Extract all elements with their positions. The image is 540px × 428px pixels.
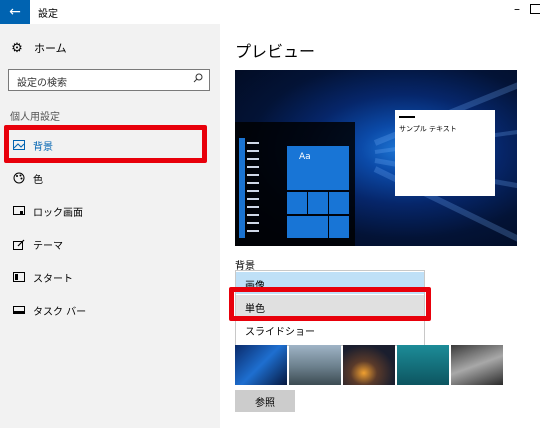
- desktop-preview: Aa サンプル テキスト: [235, 70, 517, 246]
- search-icon[interactable]: [193, 73, 203, 83]
- palette-icon: [12, 171, 26, 185]
- gear-icon: ⚙: [11, 40, 23, 56]
- start-tiles: Aa: [287, 146, 349, 240]
- browse-button[interactable]: 参照: [235, 390, 295, 412]
- page-title: プレビュー: [235, 42, 316, 61]
- lock-screen-icon: [12, 204, 26, 218]
- back-button[interactable]: ←: [0, 0, 30, 24]
- start-icon: [12, 270, 26, 284]
- thumbnail-night-sky[interactable]: [343, 345, 395, 385]
- sample-text: サンプル テキスト: [399, 125, 457, 133]
- section-label: 個人用設定: [10, 112, 60, 123]
- sample-window: サンプル テキスト: [395, 110, 495, 196]
- sidebar: ⚙ ホーム 設定の検索 個人用設定 背景 色 ロック画面 テーマ スタート タス…: [0, 24, 220, 428]
- sidebar-item-label: タスク バー: [33, 306, 87, 318]
- sidebar-item-label: ロック画面: [33, 207, 83, 219]
- dropdown-option-slideshow[interactable]: スライドショー: [236, 318, 424, 340]
- sidebar-item-lock-screen[interactable]: ロック画面: [0, 197, 220, 225]
- sidebar-item-theme[interactable]: テーマ: [0, 230, 220, 258]
- thumbnail-underwater[interactable]: [397, 345, 449, 385]
- highlight-box-solid-color: [229, 287, 431, 321]
- title-bar: ← 設定 –: [0, 0, 540, 24]
- main-panel: プレビュー Aa サンプル テキスト 背景 画像 単色 スライドショー 参照: [220, 24, 540, 428]
- home-label: ホーム: [34, 42, 67, 55]
- taskbar-icon: [12, 303, 26, 317]
- home-nav-item[interactable]: ⚙ ホーム: [10, 40, 67, 56]
- back-arrow-icon: ←: [9, 4, 21, 20]
- window-title: 設定: [38, 9, 58, 20]
- sidebar-item-label: スタート: [33, 273, 73, 285]
- theme-brush-icon: [12, 237, 26, 251]
- tile-aa: Aa: [287, 146, 349, 190]
- sidebar-item-label: テーマ: [33, 240, 63, 252]
- search-input[interactable]: 設定の検索: [8, 69, 210, 91]
- sidebar-item-taskbar[interactable]: タスク バー: [0, 296, 220, 324]
- thumbnail-windows[interactable]: [235, 345, 287, 385]
- maximize-button[interactable]: [530, 4, 540, 14]
- start-menu-strip: [239, 138, 245, 238]
- thumbnail-beach[interactable]: [289, 345, 341, 385]
- sidebar-item-start[interactable]: スタート: [0, 263, 220, 291]
- highlight-box-background: [4, 125, 207, 163]
- search-placeholder: 設定の検索: [17, 78, 67, 89]
- minimize-button[interactable]: –: [514, 2, 520, 16]
- sidebar-item-color[interactable]: 色: [0, 164, 220, 192]
- thumbnail-rock[interactable]: [451, 345, 503, 385]
- sidebar-item-label: 色: [33, 174, 43, 186]
